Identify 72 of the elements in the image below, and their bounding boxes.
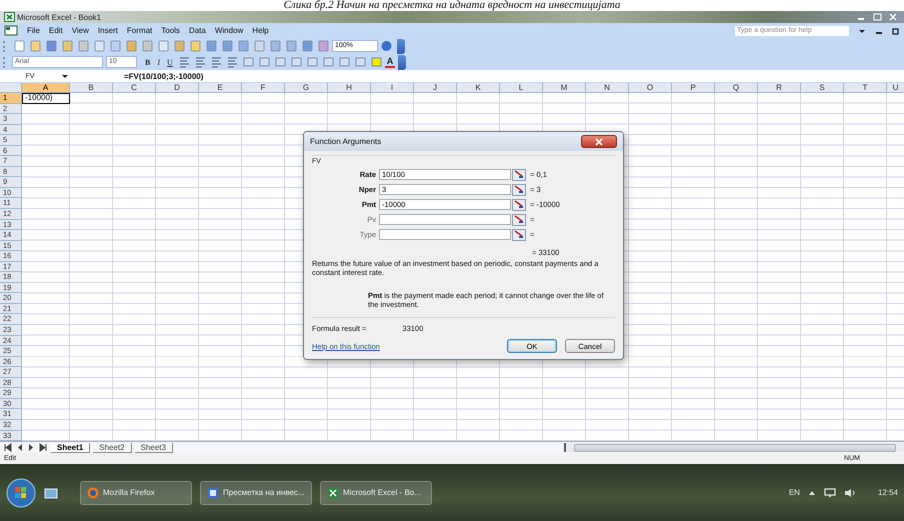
select-all-corner[interactable] — [0, 83, 22, 93]
style-button[interactable]: I — [154, 58, 164, 66]
start-button[interactable] — [6, 478, 36, 508]
column-header[interactable]: B — [70, 83, 113, 93]
column-header[interactable]: S — [801, 83, 844, 93]
column-header[interactable]: F — [242, 83, 285, 93]
language-indicator[interactable]: EN — [788, 488, 800, 497]
column-header[interactable]: T — [844, 83, 887, 93]
collapse-dialog-button[interactable] — [512, 214, 526, 226]
document-icon — [207, 486, 219, 498]
column-header[interactable]: G — [285, 83, 328, 93]
column-header[interactable]: H — [328, 83, 371, 93]
menu-item[interactable]: Help — [252, 26, 269, 35]
column-header[interactable]: M — [543, 83, 586, 93]
column-header[interactable]: A — [22, 83, 70, 93]
collapse-dialog-button[interactable] — [512, 228, 526, 240]
collapse-dialog-button[interactable] — [512, 168, 526, 180]
column-header[interactable]: N — [586, 83, 629, 93]
network-icon[interactable] — [824, 488, 836, 498]
spreadsheet-icon — [4, 12, 15, 22]
menu-item[interactable]: Edit — [48, 26, 63, 35]
collapse-dialog-button[interactable] — [512, 198, 526, 210]
toolbar-options[interactable] — [398, 54, 406, 70]
column-header[interactable]: Q — [715, 83, 758, 93]
column-header[interactable]: J — [414, 83, 457, 93]
menu-item[interactable]: View — [72, 26, 89, 35]
dialog-title: Function Arguments — [310, 137, 382, 146]
font-color-button[interactable]: A — [384, 56, 396, 68]
close-icon — [595, 138, 603, 146]
menu-item[interactable]: Tools — [161, 26, 180, 35]
column-header[interactable]: C — [113, 83, 156, 93]
column-header[interactable]: K — [457, 83, 500, 93]
globe-icon — [87, 486, 99, 498]
formula-field[interactable]: =FV(10/100;3;-10000) — [124, 72, 204, 80]
column-header[interactable]: I — [371, 83, 414, 93]
speaker-icon[interactable] — [844, 488, 856, 498]
toolbar-options[interactable] — [397, 38, 405, 54]
taskbar-button[interactable]: Microsoft Excel - Bo... — [320, 480, 432, 504]
column-header[interactable]: E — [199, 83, 242, 93]
menu-item[interactable]: Data — [188, 26, 206, 35]
column-header[interactable]: O — [629, 83, 672, 93]
close-button[interactable] — [581, 135, 617, 148]
show-hidden-icon[interactable] — [808, 488, 816, 496]
column-header[interactable]: P — [672, 83, 715, 93]
align-left-icon[interactable] — [178, 56, 191, 68]
column-header[interactable]: R — [758, 83, 801, 93]
style-button[interactable]: B — [142, 58, 154, 66]
style-button[interactable]: U — [164, 58, 176, 66]
menu-item[interactable]: File — [27, 26, 40, 35]
collapse-dialog-button[interactable] — [512, 184, 526, 196]
window-title: Microsoft Excel - Book1 — [17, 12, 102, 22]
column-header[interactable]: U — [887, 83, 904, 93]
active-cell[interactable]: -10000) — [22, 93, 70, 104]
align-right-icon[interactable] — [210, 56, 223, 68]
argument-field[interactable] — [379, 214, 511, 225]
spreadsheet-icon — [327, 486, 339, 498]
last-sheet-icon[interactable] — [39, 443, 48, 452]
sheet-tab[interactable]: Sheet1 — [51, 442, 90, 452]
menu-item[interactable]: Window — [214, 26, 244, 35]
workbook-icon[interactable] — [4, 25, 18, 36]
column-header[interactable]: D — [156, 83, 199, 93]
taskbar-button[interactable]: Пресметка на инвес... — [200, 480, 312, 504]
column-header[interactable]: L — [500, 83, 543, 93]
argument-field[interactable] — [379, 229, 511, 240]
menu-item[interactable]: Insert — [98, 26, 118, 35]
restore-icon[interactable] — [892, 26, 900, 34]
taskbar-button[interactable]: Mozilla Firefox — [80, 480, 192, 504]
menu-item[interactable]: Format — [126, 26, 152, 35]
clock[interactable]: 12:54 — [878, 488, 898, 497]
horizontal-scrollbar[interactable] — [564, 443, 904, 452]
align-center-icon[interactable] — [194, 56, 207, 68]
first-sheet-icon[interactable] — [3, 443, 12, 452]
